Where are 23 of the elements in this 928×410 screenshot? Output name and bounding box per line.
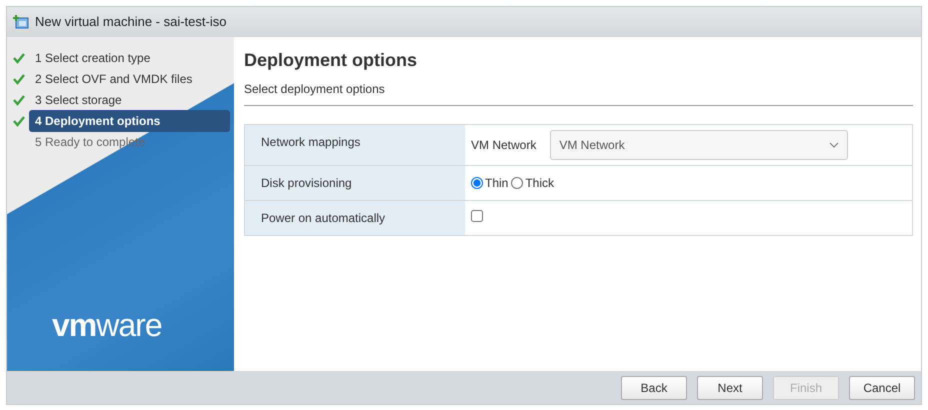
radio-label: Thick: [525, 175, 554, 192]
radio-button[interactable]: [511, 177, 524, 189]
checkbox[interactable]: [471, 210, 483, 222]
option-label: Disk provisioning: [245, 166, 465, 200]
footer-button[interactable]: Next: [697, 376, 763, 400]
page-subtitle: Select deployment options: [244, 74, 913, 106]
radio-label: Thin: [485, 175, 508, 192]
option-label: Power on automatically: [245, 201, 465, 235]
window-title: New virtual machine - sai-test-iso: [35, 13, 226, 32]
wizard-step[interactable]: 3 Select storage: [29, 88, 230, 110]
wizard-step[interactable]: 1 Select creation type: [29, 46, 230, 68]
radio-button[interactable]: [471, 177, 483, 189]
option-label: Network mappings: [245, 125, 465, 165]
chevron-down-icon: [829, 142, 840, 148]
network-dropdown[interactable]: VM Network: [550, 130, 848, 160]
footer-button[interactable]: Cancel: [849, 376, 915, 400]
logo: vmware: [51, 306, 163, 345]
page-title: Deployment options: [244, 49, 418, 72]
new-vm-icon: [13, 15, 29, 29]
field-label: VM Network: [471, 137, 536, 154]
wizard-step[interactable]: 2 Select OVF and VMDK files: [29, 68, 230, 90]
footer-button[interactable]: Back: [621, 376, 687, 400]
wizard-step[interactable]: 4 Deployment options: [29, 110, 230, 132]
